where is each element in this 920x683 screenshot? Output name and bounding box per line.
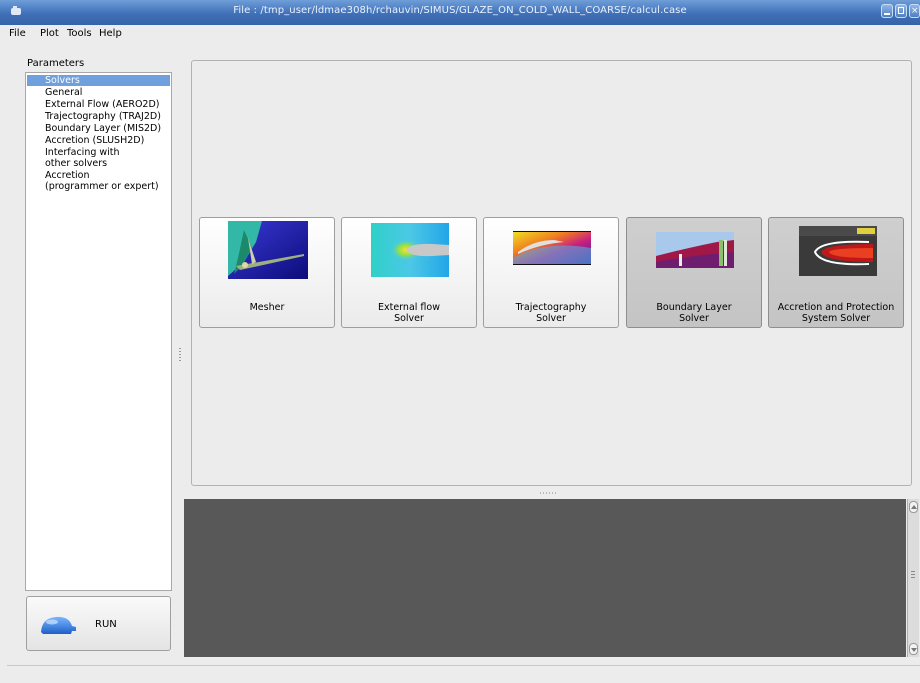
chevron-down-icon xyxy=(911,648,917,652)
boundary-layer-solver-button[interactable]: Boundary Layer Solver xyxy=(626,217,762,328)
run-label: RUN xyxy=(95,619,117,630)
accretion-image xyxy=(799,226,877,276)
scroll-up-button[interactable] xyxy=(909,501,918,513)
boundary-layer-image xyxy=(656,232,734,268)
scrollbar-grip[interactable] xyxy=(911,571,915,579)
tree-item-boundary-layer[interactable]: Boundary Layer (MIS2D) xyxy=(27,123,170,134)
close-button[interactable]: × xyxy=(909,4,920,18)
maximize-button[interactable] xyxy=(895,4,907,18)
tree-item-accretion[interactable]: Accretion (SLUSH2D) xyxy=(27,135,170,146)
accretion-protection-solver-button[interactable]: Accretion and Protection System Solver xyxy=(768,217,904,328)
tree-item-interfacing[interactable]: Interfacing with other solvers xyxy=(27,147,170,169)
run-helmet-icon xyxy=(41,616,76,634)
trajectography-solver-button[interactable]: Trajectography Solver xyxy=(483,217,619,328)
menu-bar: File Plot Tools Help xyxy=(0,25,920,43)
maximize-icon xyxy=(898,7,904,14)
menu-tools[interactable]: Tools xyxy=(67,28,92,39)
trajectography-label: Trajectography Solver xyxy=(515,302,587,324)
console-output[interactable] xyxy=(184,499,906,657)
chevron-up-icon xyxy=(911,505,917,509)
parameters-label: Parameters xyxy=(27,58,85,69)
window-titlebar: File : /tmp_user/ldmae308h/rchauvin/SIMU… xyxy=(0,0,920,25)
status-bar xyxy=(7,665,920,683)
run-button[interactable]: RUN xyxy=(26,596,171,651)
external-flow-solver-button[interactable]: External flow Solver xyxy=(341,217,477,328)
tree-item-solvers[interactable]: Solvers xyxy=(27,75,170,86)
minimize-button[interactable] xyxy=(881,4,893,18)
tree-item-accretion-expert[interactable]: Accretion (programmer or expert) xyxy=(27,170,170,192)
horizontal-splitter-handle[interactable] xyxy=(540,492,558,494)
close-icon: × xyxy=(911,6,919,16)
external-flow-image xyxy=(371,223,449,277)
menu-plot[interactable]: Plot xyxy=(40,28,59,39)
tree-item-external-flow[interactable]: External Flow (AERO2D) xyxy=(27,99,170,110)
external-flow-label: External flow Solver xyxy=(377,302,440,324)
mesher-image xyxy=(228,221,308,279)
tree-item-trajectography[interactable]: Trajectography (TRAJ2D) xyxy=(27,111,170,122)
scroll-down-button[interactable] xyxy=(909,643,918,655)
minimize-icon xyxy=(884,13,890,15)
menu-file[interactable]: File xyxy=(9,28,26,39)
window-title: File : /tmp_user/ldmae308h/rchauvin/SIMU… xyxy=(233,5,687,16)
vertical-splitter-handle[interactable] xyxy=(179,348,181,362)
tree-item-general[interactable]: General xyxy=(27,87,170,98)
menu-help[interactable]: Help xyxy=(99,28,122,39)
parameters-tree[interactable]: Solvers General External Flow (AERO2D) T… xyxy=(25,72,172,591)
console-scrollbar[interactable] xyxy=(907,499,919,657)
mesher-label: Mesher xyxy=(249,302,285,313)
trajectography-image xyxy=(513,231,591,265)
mesher-button[interactable]: Mesher xyxy=(199,217,335,328)
accretion-label: Accretion and Protection System Solver xyxy=(777,302,895,324)
boundary-layer-label: Boundary Layer Solver xyxy=(656,302,732,324)
